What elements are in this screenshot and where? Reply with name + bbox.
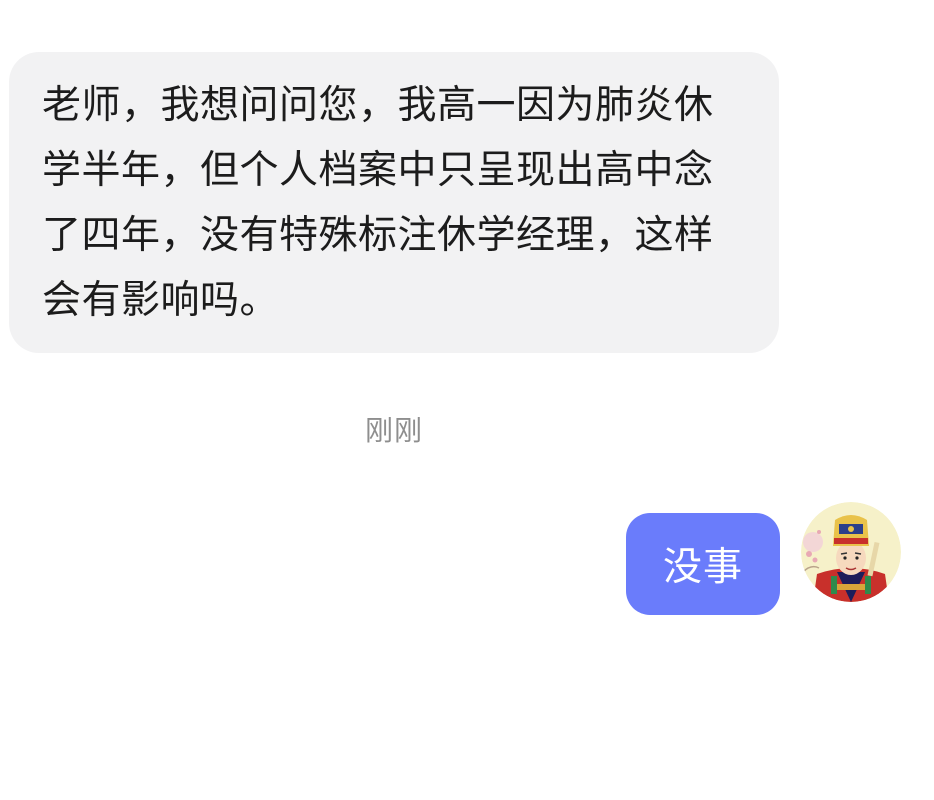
chat-window: 老师，我想问问您，我高一因为肺炎休学半年，但个人档案中只呈现出高中念了四年，没有…: [0, 0, 934, 800]
outgoing-message-text: 没事: [662, 545, 743, 590]
incoming-message-text: 老师，我想问问您，我高一因为肺炎休学半年，但个人档案中只呈现出高中念了四年，没有…: [42, 83, 714, 323]
avatar[interactable]: [801, 502, 901, 602]
cartoon-official-avatar-icon: [801, 502, 901, 602]
message-timestamp: 刚刚: [364, 414, 423, 447]
incoming-message-bubble[interactable]: 老师，我想问问您，我高一因为肺炎休学半年，但个人档案中只呈现出高中念了四年，没有…: [9, 52, 779, 353]
outgoing-message-bubble[interactable]: 没事: [626, 513, 780, 615]
